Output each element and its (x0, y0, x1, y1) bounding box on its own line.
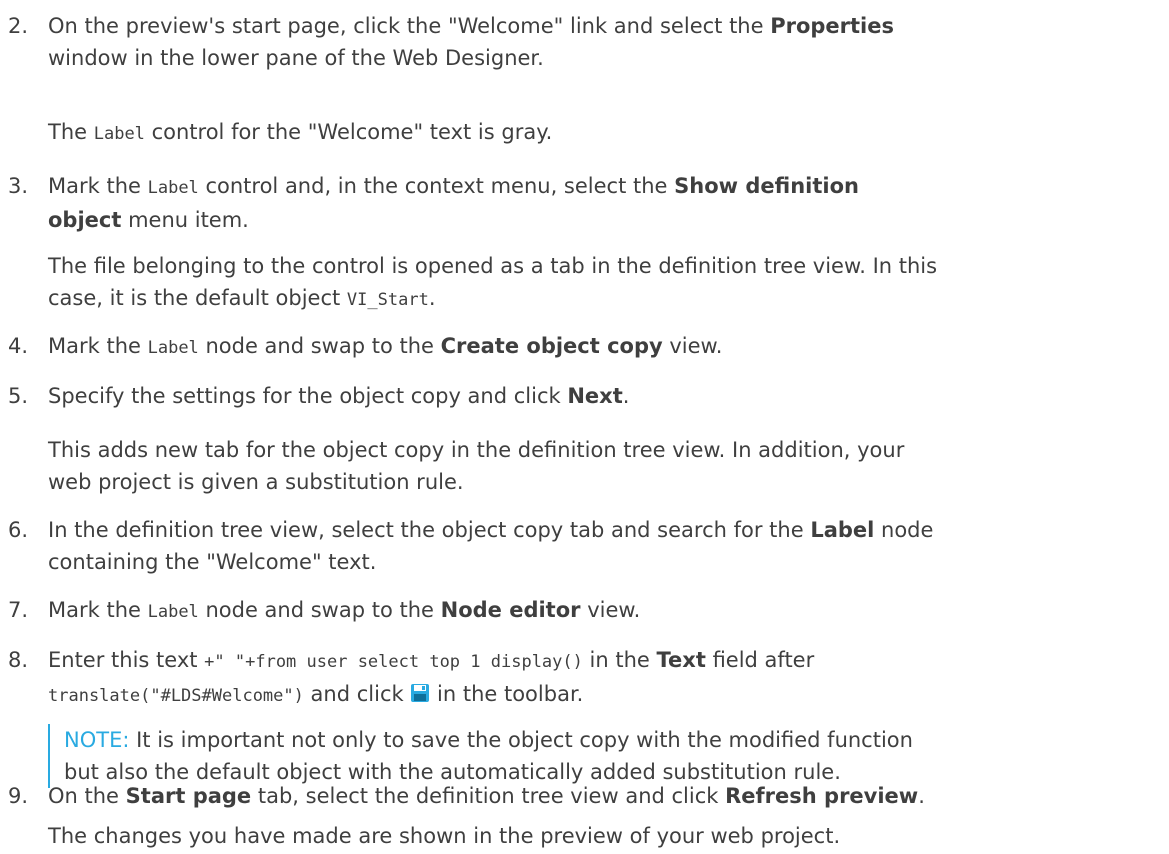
step-text: Mark the Label node and swap to the Crea… (48, 330, 1155, 364)
step-text-part: menu item. (121, 208, 249, 232)
code-term: Label (93, 124, 145, 144)
step-2-result: The Label control for the "Welcome" text… (48, 116, 1155, 150)
result-text: case, it is the default object (48, 286, 347, 310)
step-text: Specify the settings for the object copy… (48, 380, 1155, 412)
step-number: 2. (8, 14, 29, 38)
step-text-part: view. (580, 598, 641, 622)
save-icon (411, 684, 430, 702)
result-text: The changes you have made are shown in t… (48, 824, 841, 848)
note-text: It is important not only to save the obj… (129, 728, 913, 752)
step-text-part: Mark the (48, 598, 148, 622)
step-text: In the definition tree view, select the … (48, 514, 1155, 578)
ui-term: Properties (770, 14, 894, 38)
ui-term: object (48, 208, 122, 232)
code-term: Label (147, 178, 199, 198)
step-number: 8. (8, 648, 29, 672)
step-text-part: node and swap to the (198, 598, 441, 622)
code-term: Label (147, 338, 199, 358)
step-text-part: in the (582, 648, 657, 672)
result-text: control for the "Welcome" text is gray. (144, 120, 553, 144)
result-text: This adds new tab for the object copy in… (48, 438, 905, 462)
step-text-part: Mark the (48, 174, 148, 198)
step-3-result: The file belonging to the control is ope… (48, 250, 1155, 316)
step-text-part: view. (662, 334, 723, 358)
result-text: The (48, 120, 94, 144)
note-label: NOTE: (64, 728, 130, 752)
code-term: VI_Start (346, 290, 429, 310)
step-number: 9. (8, 784, 29, 808)
step-text-part: node and swap to the (198, 334, 441, 358)
step-text-part: tab, select the definition tree view and… (251, 784, 726, 808)
step-text-part: and click (303, 682, 411, 706)
step-text: Mark the Label control and, in the conte… (48, 170, 1155, 236)
step-5-result: This adds new tab for the object copy in… (48, 434, 1155, 498)
step-text: Mark the Label node and swap to the Node… (48, 594, 1155, 628)
step-text-part: node (874, 518, 934, 542)
step-number: 3. (8, 174, 29, 198)
ui-term: Next (567, 384, 623, 408)
ui-term: Start page (125, 784, 252, 808)
ui-term: Label (810, 518, 875, 542)
ui-term: Create object copy (440, 334, 663, 358)
step-number: 4. (8, 334, 29, 358)
step-text-part: in the toolbar. (430, 682, 584, 706)
step-text-part: control and, in the context menu, select… (198, 174, 675, 198)
step-text-part: Enter this text (48, 648, 205, 672)
document-page: 2. On the preview's start page, click th… (0, 0, 1169, 854)
step-text-part: On the preview's start page, click the "… (48, 14, 771, 38)
step-text-part: Specify the settings for the object copy… (48, 384, 568, 408)
ui-term: Node editor (440, 598, 581, 622)
step-text: On the Start page tab, select the defini… (48, 780, 1155, 812)
code-term: translate("#LDS#Welcome") (48, 686, 304, 706)
step-text-part: containing the "Welcome" text. (48, 550, 377, 574)
code-term: Label (147, 602, 199, 622)
result-text: . (428, 286, 436, 310)
step-number: 7. (8, 598, 29, 622)
step-9-result: The changes you have made are shown in t… (48, 820, 1155, 852)
result-text: The file belonging to the control is ope… (48, 254, 938, 278)
step-text-part: Mark the (48, 334, 148, 358)
step-text-part: On the (48, 784, 126, 808)
code-term: +" "+from user select top 1 display() (204, 652, 583, 672)
ui-term: Show definition (674, 174, 859, 198)
ui-term: Text (656, 648, 706, 672)
step-text-part: . (918, 784, 925, 808)
step-text-part: In the definition tree view, select the … (48, 518, 811, 542)
result-text: web project is given a substitution rule… (48, 470, 464, 494)
step-text-part: . (622, 384, 630, 408)
step-text-part: field after (705, 648, 815, 672)
step-text-part: window in the lower pane of the Web Desi… (48, 46, 544, 70)
step-number: 5. (8, 384, 29, 408)
step-text: Enter this text +" "+from user select to… (48, 644, 1155, 712)
step-text: On the preview's start page, click the "… (48, 10, 1155, 74)
ui-term: Refresh preview (725, 784, 919, 808)
note-callout: NOTE: It is important not only to save t… (48, 724, 1155, 788)
step-number: 6. (8, 518, 29, 542)
